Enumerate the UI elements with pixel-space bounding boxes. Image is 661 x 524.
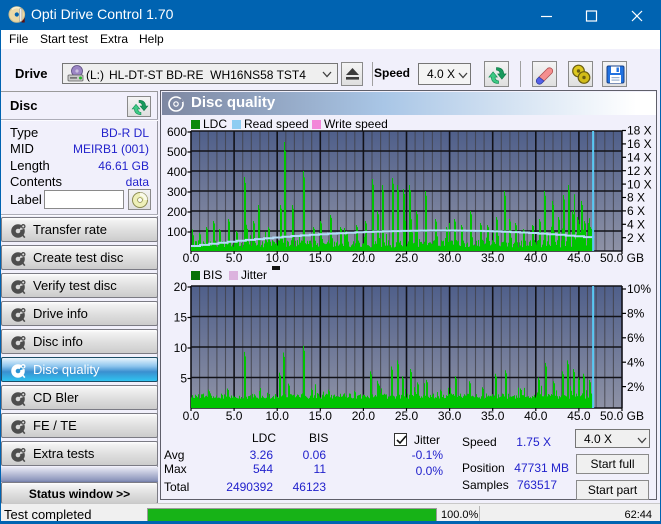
svg-text:12 X: 12 X xyxy=(627,164,652,178)
svg-text:15.0: 15.0 xyxy=(309,409,333,423)
svg-text:10 X: 10 X xyxy=(627,177,652,191)
svg-text:15: 15 xyxy=(174,311,188,325)
svg-text:Write speed: Write speed xyxy=(324,117,388,131)
svg-text:18 X: 18 X xyxy=(627,124,652,138)
svg-text:5: 5 xyxy=(180,372,187,386)
svg-text:4 X: 4 X xyxy=(627,218,645,232)
svg-text:300: 300 xyxy=(167,185,187,199)
svg-text:35.0: 35.0 xyxy=(481,409,505,423)
svg-text:20: 20 xyxy=(174,280,188,294)
svg-text:50.0 GB: 50.0 GB xyxy=(600,409,644,423)
svg-text:BIS: BIS xyxy=(203,268,222,282)
svg-text:10: 10 xyxy=(174,341,188,355)
svg-text:4%: 4% xyxy=(627,355,645,369)
svg-text:8 X: 8 X xyxy=(627,191,645,205)
svg-text:45.0: 45.0 xyxy=(567,409,591,423)
svg-text:8%: 8% xyxy=(627,307,645,321)
svg-text:400: 400 xyxy=(167,165,187,179)
svg-text:10%: 10% xyxy=(627,282,651,296)
svg-text:10.0: 10.0 xyxy=(266,409,290,423)
svg-text:2 X: 2 X xyxy=(627,231,645,245)
svg-text:5.0: 5.0 xyxy=(226,409,243,423)
svg-text:6 X: 6 X xyxy=(627,204,645,218)
svg-text:500: 500 xyxy=(167,145,187,159)
svg-text:2%: 2% xyxy=(627,380,645,394)
svg-text:600: 600 xyxy=(167,125,187,139)
svg-text:100: 100 xyxy=(167,225,187,239)
svg-text:0.0: 0.0 xyxy=(183,409,200,423)
svg-text:Jitter: Jitter xyxy=(241,268,267,282)
svg-text:25.0: 25.0 xyxy=(395,409,419,423)
svg-text:20.0: 20.0 xyxy=(352,409,376,423)
svg-text:16 X: 16 X xyxy=(627,137,652,151)
svg-text:40.0: 40.0 xyxy=(524,409,548,423)
svg-text:LDC: LDC xyxy=(203,117,227,131)
svg-text:14 X: 14 X xyxy=(627,151,652,165)
svg-text:6%: 6% xyxy=(627,331,645,345)
svg-text:Read speed: Read speed xyxy=(244,117,309,131)
svg-text:30.0: 30.0 xyxy=(438,409,462,423)
svg-text:200: 200 xyxy=(167,205,187,219)
